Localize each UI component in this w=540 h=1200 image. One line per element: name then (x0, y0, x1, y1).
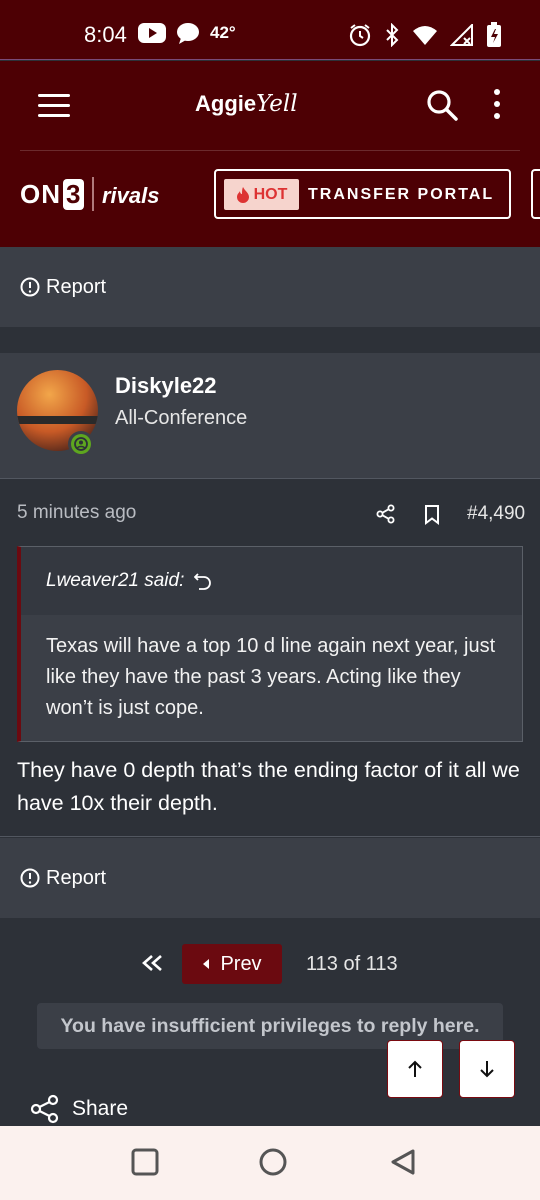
brand-script: Yell (256, 91, 298, 117)
search-icon[interactable] (426, 89, 458, 121)
hot-badge: HOT (224, 179, 299, 210)
hot-badge-label: HOT (253, 185, 288, 203)
bluetooth-icon (386, 23, 399, 47)
transfer-portal-label: TRANSFER PORTAL (308, 186, 495, 203)
network-bar: ON 3 rivals HOT TRANSFER PORTAL (0, 151, 540, 247)
user-title: All-Conference (115, 407, 248, 429)
on3-logo[interactable]: ON 3 (20, 179, 85, 210)
system-nav-bar (0, 1126, 540, 1200)
signal-icon (450, 24, 473, 46)
flame-icon (236, 186, 249, 203)
post-body: They have 0 depth that’s the ending fact… (17, 758, 520, 815)
back-icon[interactable] (389, 1148, 417, 1176)
jump-to-quote-icon (194, 573, 212, 590)
username[interactable]: Diskyle22 (115, 373, 217, 399)
report-label: Report (46, 275, 107, 298)
quote-header[interactable]: Lweaver21 said: (21, 547, 522, 615)
youtube-icon (138, 23, 166, 43)
alarm-icon (349, 24, 371, 47)
post-number[interactable]: #4,490 (467, 503, 525, 525)
recents-icon[interactable] (131, 1148, 159, 1176)
on3-digit: 3 (63, 179, 85, 210)
prev-label: Prev (220, 952, 262, 975)
post-divider (0, 836, 540, 837)
brand-main: Aggie (195, 91, 257, 116)
wifi-icon (413, 26, 437, 45)
share-button[interactable]: Share (30, 1094, 128, 1124)
first-page-icon[interactable] (141, 954, 165, 972)
transfer-portal-link[interactable]: HOT TRANSFER PORTAL (214, 169, 511, 219)
message-icon (177, 23, 199, 44)
arrow-down-icon (480, 1061, 494, 1078)
status-icons-right (348, 22, 502, 48)
status-bar: 8:04 42° (0, 0, 540, 60)
share-icon[interactable] (376, 504, 396, 524)
battery-icon (487, 22, 501, 47)
on3-text: ON (20, 179, 61, 209)
pagination: Prev 113 of 113 (0, 944, 540, 984)
scroll-up-button[interactable] (387, 1040, 443, 1098)
status-time: 8:04 (84, 22, 127, 47)
bookmark-icon[interactable] (424, 505, 440, 525)
post-timestamp[interactable]: 5 minutes ago (17, 502, 136, 524)
alert-circle-icon (20, 277, 40, 297)
quote-block: Lweaver21 said: Texas will have a top 10… (17, 546, 523, 742)
report-button[interactable]: Report (0, 247, 540, 327)
prev-page-button[interactable]: Prev (182, 944, 282, 984)
report-button[interactable]: Report (0, 838, 540, 918)
site-logo[interactable]: AggieYell (195, 91, 298, 117)
alert-circle-icon (20, 868, 40, 888)
arrow-up-icon (408, 1060, 422, 1077)
post-meta: 5 minutes ago #4,490 (0, 480, 540, 546)
more-options-icon[interactable] (494, 89, 502, 125)
post-author: Diskyle22 All-Conference (0, 353, 540, 479)
scroll-down-button[interactable] (459, 1040, 515, 1098)
online-status-icon (68, 431, 94, 457)
home-icon[interactable] (259, 1148, 287, 1176)
quote-author: Lweaver21 said: (46, 570, 185, 591)
app-header: AggieYell (0, 61, 540, 151)
next-link-partial[interactable] (531, 169, 540, 219)
rivals-logo[interactable]: rivals (102, 183, 160, 209)
share-label: Share (72, 1097, 129, 1120)
quote-text: Texas will have a top 10 d line again ne… (21, 615, 522, 741)
status-temperature: 42° (210, 23, 236, 42)
page-status[interactable]: 113 of 113 (306, 953, 398, 976)
share-icon (30, 1094, 59, 1124)
status-icons-left: 42° (138, 22, 236, 44)
caret-left-icon (203, 959, 210, 969)
report-label: Report (46, 866, 107, 889)
menu-icon[interactable] (38, 94, 70, 118)
logo-divider (92, 177, 94, 211)
